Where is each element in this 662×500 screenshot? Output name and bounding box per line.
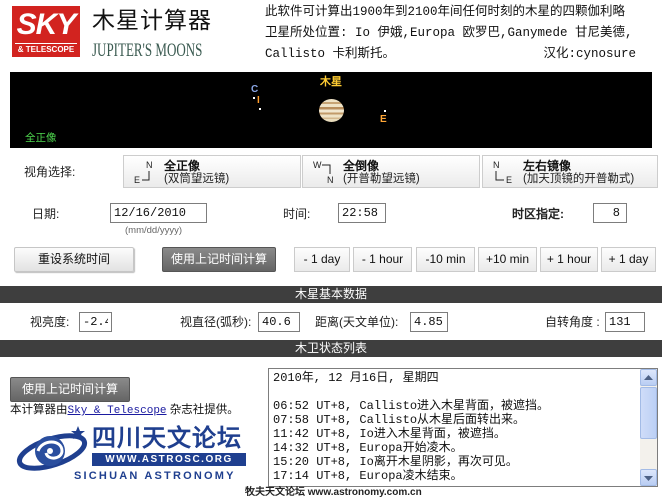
minus-1-day-button[interactable]: - 1 day <box>294 247 350 272</box>
plus-10-min-button[interactable]: +10 min <box>478 247 537 272</box>
view-select-label: 视角选择: <box>24 165 76 179</box>
status-event: 07:58 UT+8, Callisto从木星后面转出来。 <box>273 413 526 427</box>
compass-mirrored-icon: N E <box>493 160 519 185</box>
compute-button[interactable]: 使用上记时间计算 <box>162 247 276 272</box>
compass-inverted-icon: W N <box>313 160 339 185</box>
credit-text: 本计算器由Sky & Telescope 杂志社提供。 <box>10 403 239 418</box>
sky-telescope-link[interactable]: Sky & Telescope <box>68 405 167 417</box>
sky-telescope-logo: SKY & TELESCOPE <box>12 6 80 57</box>
scroll-down-arrow-icon[interactable] <box>640 469 657 486</box>
view-upright-subtitle: (双筒望远镜) <box>164 173 230 185</box>
rotation-label: 自转角度 : <box>545 315 600 329</box>
moon-status-section-header: 木卫状态列表 <box>0 340 662 357</box>
compass-north-label: N <box>146 160 153 170</box>
sky-view-panel: 木星 C I E 全正像 <box>10 72 652 148</box>
diameter-label: 视直径(弧秒): <box>180 315 252 329</box>
description-line-3: Callisto 卡利斯托。 <box>265 47 396 61</box>
rotation-field[interactable] <box>605 312 645 332</box>
orientation-indicator: 全正像 <box>25 132 57 144</box>
callisto-label: C <box>251 84 259 95</box>
jupiter-data-section-header: 木星基本数据 <box>0 286 662 303</box>
scroll-up-arrow-icon[interactable] <box>640 369 657 386</box>
compass-north-label: N <box>327 175 334 185</box>
magnitude-label: 视亮度: <box>30 315 70 329</box>
view-inverted-button[interactable]: W N 全倒像 (开普勒望远镜) <box>302 155 480 188</box>
time-input[interactable] <box>338 203 386 223</box>
description-block: 此软件可计算出1900年到2100年间任何时刻的木星的四颗伽利略 卫星所处位置:… <box>265 0 660 70</box>
translator-credit: 汉化:cynosure <box>543 47 636 61</box>
jupiter-label: 木星 <box>320 76 342 88</box>
partner-logo-english-name: SICHUAN ASTRONOMY <box>74 470 236 482</box>
view-mirrored-button[interactable]: N E 左右镜像 (加天顶镜的开普勒式) <box>482 155 658 188</box>
date-input[interactable] <box>110 203 207 223</box>
compass-west-label: W <box>313 160 322 170</box>
status-event: 17:14 UT+8, Europa凌木结束。 <box>273 469 463 483</box>
status-event: 11:42 UT+8, Io进入木星背面，被遮挡。 <box>273 427 506 441</box>
logo-sky-text: SKY <box>16 8 77 41</box>
view-upright-title: 全正像 <box>164 159 201 173</box>
description-line-1: 此软件可计算出1900年到2100年间任何时刻的木星的四颗伽利略 <box>265 5 626 19</box>
moon-status-list[interactable]: 2010年, 12 月16日, 星期四 06:52 UT+8, Callisto… <box>268 368 658 487</box>
europa-label: E <box>380 114 387 125</box>
scrollbar-thumb[interactable] <box>640 387 657 439</box>
diameter-field[interactable] <box>258 312 300 332</box>
footer-credit: 牧夫天文论坛 www.astronomy.com.cn <box>245 487 422 498</box>
minus-1-hour-button[interactable]: - 1 hour <box>353 247 412 272</box>
app-subtitle: JUPITER'S MOONS <box>92 38 203 61</box>
view-inverted-subtitle: (开普勒望远镜) <box>343 173 420 185</box>
reset-system-time-button[interactable]: 重设系统时间 <box>14 247 134 272</box>
app-title: 木星计算器 <box>92 7 212 33</box>
compute-button-secondary[interactable]: 使用上记时间计算 <box>10 377 130 402</box>
compass-north-label: N <box>493 160 500 170</box>
plus-1-day-button[interactable]: + 1 day <box>601 247 656 272</box>
status-event: 06:52 UT+8, Callisto进入木星背面，被遮挡。 <box>273 399 550 413</box>
logo-telescope-text: & TELESCOPE <box>15 43 77 55</box>
view-upright-button[interactable]: N E 全正像 (双筒望远镜) <box>123 155 301 188</box>
compass-upright-icon: N E <box>134 160 160 185</box>
credit-suffix: 杂志社提供。 <box>166 404 239 416</box>
plus-1-hour-button[interactable]: + 1 hour <box>540 247 598 272</box>
view-mirrored-subtitle: (加天顶镜的开普勒式) <box>523 173 635 185</box>
distance-field[interactable] <box>410 312 448 332</box>
view-mirrored-title: 左右镜像 <box>523 159 572 173</box>
distance-label: 距离(天文单位): <box>315 315 399 329</box>
callisto-dot <box>253 97 255 99</box>
europa-dot <box>384 110 386 112</box>
partner-logo-name: 四川天文论坛 <box>92 425 242 452</box>
date-label: 日期: <box>32 207 60 221</box>
timezone-label: 时区指定: <box>512 207 564 221</box>
description-line-2: 卫星所处位置: Io 伊娥,Europa 欧罗巴,Ganymede 甘尼美德, <box>265 26 633 40</box>
jupiter-disk <box>319 99 344 122</box>
time-label: 时间: <box>283 207 311 221</box>
status-event: 14:32 UT+8, Europa开始凌木。 <box>273 441 463 455</box>
minus-10-min-button[interactable]: -10 min <box>416 247 475 272</box>
magnitude-field[interactable] <box>79 312 112 332</box>
io-label: I <box>257 95 260 106</box>
status-event: 15:20 UT+8, Io离开木星阴影，再次可见。 <box>273 455 518 469</box>
compass-east-label: E <box>506 175 513 185</box>
view-inverted-title: 全倒像 <box>343 159 380 173</box>
status-blank-line <box>273 385 637 399</box>
compass-east-label: E <box>134 175 141 185</box>
timezone-input[interactable] <box>593 203 627 223</box>
status-date-heading: 2010年, 12 月16日, 星期四 <box>273 371 439 385</box>
date-format-hint: (mm/dd/yyyy) <box>125 225 182 236</box>
io-dot <box>259 108 261 110</box>
credit-prefix: 本计算器由 <box>10 404 68 416</box>
partner-logo-site: WWW.ASTROSC.ORG <box>92 453 246 466</box>
status-list-scrollbar[interactable] <box>640 369 657 486</box>
